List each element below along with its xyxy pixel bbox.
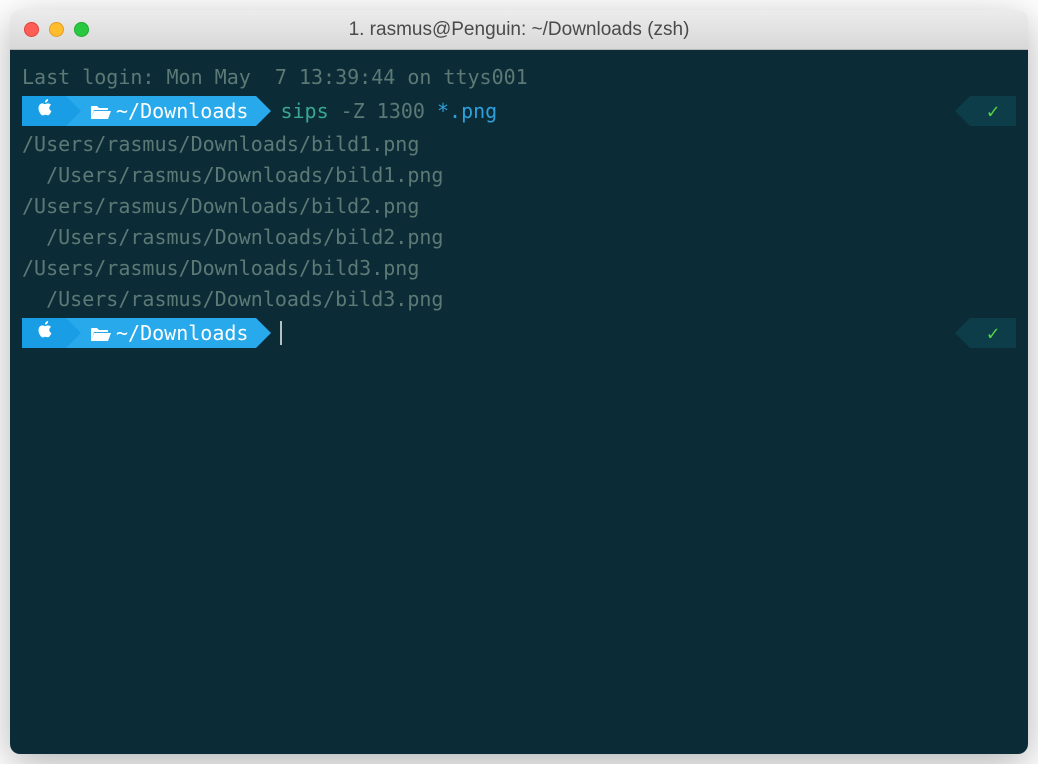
terminal-window: 1. rasmus@Penguin: ~/Downloads (zsh) Las…: [10, 10, 1028, 754]
check-icon: ✓: [987, 96, 999, 127]
apple-icon: [37, 319, 52, 347]
prompt-path-text: ~/Downloads: [116, 96, 248, 127]
output-line: /Users/rasmus/Downloads/bild1.png: [22, 129, 1016, 160]
maximize-button[interactable]: [74, 22, 89, 37]
prompt-os-segment: [22, 96, 66, 126]
command-args: -Z 1300: [341, 99, 425, 123]
status-arrow: [955, 96, 970, 126]
status-arrow: [955, 318, 970, 348]
login-info: Last login: Mon May 7 13:39:44 on ttys00…: [22, 62, 1016, 93]
folder-open-icon: [90, 104, 110, 119]
command-name: sips: [280, 99, 328, 123]
cursor: [280, 321, 282, 345]
prompt-line-2: ~/Downloads ✓: [22, 317, 1016, 349]
window-controls: [24, 22, 89, 37]
prompt-line-1: ~/Downloads sips -Z 1300 *.png ✓: [22, 95, 1016, 127]
prompt-path-text: ~/Downloads: [116, 318, 248, 349]
check-icon: ✓: [987, 318, 999, 349]
output-line: /Users/rasmus/Downloads/bild3.png: [22, 253, 1016, 284]
minimize-button[interactable]: [49, 22, 64, 37]
prompt-path-segment: ~/Downloads: [66, 318, 256, 348]
output-line: /Users/rasmus/Downloads/bild2.png: [22, 191, 1016, 222]
prompt-path-segment: ~/Downloads: [66, 96, 256, 126]
output-line: /Users/rasmus/Downloads/bild2.png: [22, 222, 1016, 253]
command-glob: *.png: [437, 99, 497, 123]
prompt-os-segment: [22, 318, 66, 348]
titlebar: 1. rasmus@Penguin: ~/Downloads (zsh): [10, 10, 1028, 50]
apple-icon: [37, 97, 52, 125]
status-indicator: ✓: [955, 318, 1016, 348]
command-text: sips -Z 1300 *.png: [280, 96, 497, 127]
close-button[interactable]: [24, 22, 39, 37]
window-title: 1. rasmus@Penguin: ~/Downloads (zsh): [10, 19, 1028, 41]
terminal-body[interactable]: Last login: Mon May 7 13:39:44 on ttys00…: [10, 50, 1028, 754]
status-box: ✓: [970, 318, 1016, 348]
output-line: /Users/rasmus/Downloads/bild1.png: [22, 160, 1016, 191]
status-indicator: ✓: [955, 96, 1016, 126]
status-box: ✓: [970, 96, 1016, 126]
folder-open-icon: [90, 326, 110, 341]
output-line: /Users/rasmus/Downloads/bild3.png: [22, 284, 1016, 315]
